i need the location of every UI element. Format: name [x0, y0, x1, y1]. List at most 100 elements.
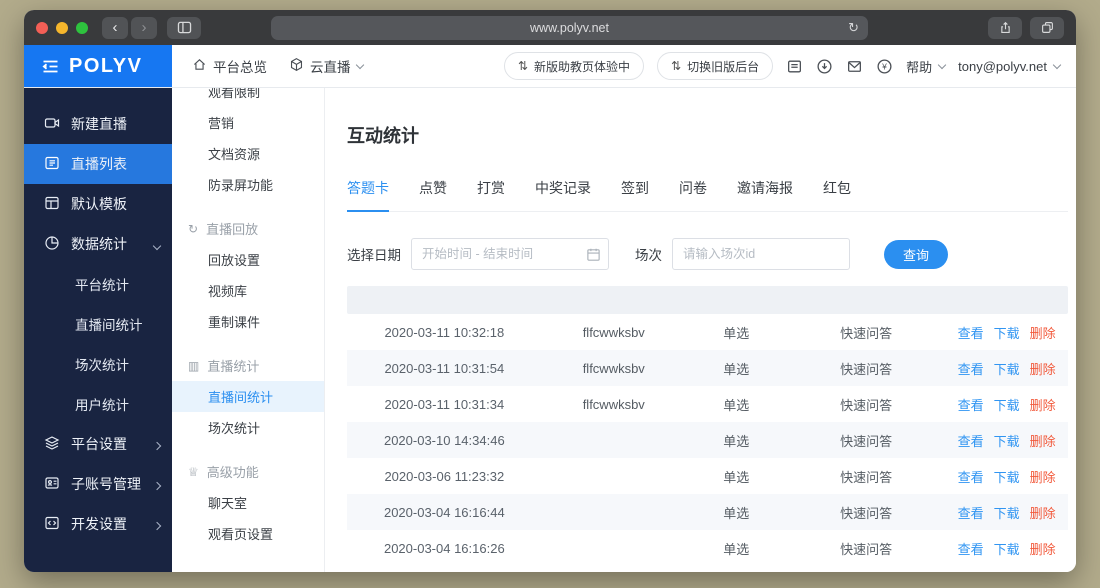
submenu-item[interactable]: 营销	[172, 107, 324, 138]
cell-date: 2020-03-11 10:31:34	[384, 396, 505, 412]
submenu-item-label: 营销	[208, 116, 235, 131]
submenu-item[interactable]: 防录屏功能	[172, 169, 324, 200]
delete-link[interactable]: 删除	[1030, 503, 1056, 522]
view-link[interactable]: 查看	[958, 431, 984, 450]
sidebar-subitem-platform-stats[interactable]: 平台统计	[24, 264, 172, 304]
sidebar-item-dev-settings[interactable]: 开发设置	[24, 504, 172, 544]
date-range-input[interactable]	[411, 238, 609, 270]
submenu-item[interactable]: 观看限制	[172, 88, 324, 107]
delete-link[interactable]: 删除	[1030, 431, 1056, 450]
chevron-right-icon	[152, 521, 162, 531]
download-link[interactable]: 下载	[994, 503, 1020, 522]
page-title: 互动统计	[347, 126, 419, 146]
submenu-item[interactable]: 直播间统计	[172, 381, 324, 412]
menu-fold-icon[interactable]	[42, 59, 59, 74]
sidebar-item-default-template[interactable]: 默认模板	[24, 184, 172, 224]
sidebar-item-data-stats[interactable]: 数据统计	[24, 224, 172, 264]
reload-icon[interactable]: ↻	[848, 20, 859, 36]
secondary-sidebar: 观看限制 营销 文档资源 防录屏功能 直播回放 回放设置	[172, 88, 325, 572]
tab[interactable]: 打赏	[477, 178, 505, 211]
account-menu[interactable]: tony@polyv.net	[958, 59, 1062, 74]
view-link[interactable]: 查看	[958, 323, 984, 342]
chevron-right-icon	[152, 441, 162, 451]
mail-icon[interactable]	[846, 58, 863, 75]
view-link[interactable]: 查看	[958, 503, 984, 522]
tab[interactable]: 邀请海报	[737, 178, 793, 211]
main-content: 互动统计 答题卡 点赞 打赏 中奖记录 签到 问卷 邀请海报 红包 选择日期 开…	[325, 88, 1076, 572]
view-link[interactable]: 查看	[958, 395, 984, 414]
submenu-item[interactable]: 高级功能	[172, 456, 324, 487]
search-button[interactable]: 查询	[884, 239, 949, 269]
delete-link[interactable]: 删除	[1030, 467, 1056, 486]
download-icon[interactable]	[816, 58, 833, 75]
view-link[interactable]: 查看	[958, 467, 984, 486]
share-icon[interactable]	[988, 16, 1022, 39]
download-link[interactable]: 下载	[994, 359, 1020, 378]
window-close-button[interactable]	[36, 21, 48, 34]
sidebar-item-new-live[interactable]: 新建直播	[24, 104, 172, 144]
chevron-down-icon	[1052, 60, 1062, 69]
sidebar-panel-icon[interactable]	[167, 16, 201, 39]
sidebar-item-live-list[interactable]: 直播列表	[24, 144, 172, 184]
cell-date: 2020-03-04 16:16:26	[383, 540, 505, 556]
download-link[interactable]: 下载	[994, 395, 1020, 414]
download-link[interactable]: 下载	[994, 431, 1020, 450]
submenu-item[interactable]: 直播回放	[172, 213, 324, 244]
session-id-input[interactable]	[672, 238, 850, 270]
window-zoom-button[interactable]	[76, 21, 88, 34]
view-link[interactable]: 查看	[958, 539, 984, 558]
polyv-logo: POLYV	[69, 54, 143, 77]
new-assistant-pill-button[interactable]: ⇅ 新版助教页体验中	[503, 52, 645, 80]
coin-icon[interactable]: ¥	[876, 58, 893, 75]
window-minimize-button[interactable]	[56, 21, 68, 34]
submenu-item[interactable]: 场次统计	[172, 412, 324, 443]
cell-card-name: 快速问答	[840, 397, 893, 413]
nav-platform-overview[interactable]: 平台总览	[192, 56, 267, 76]
top-nav-bar: 平台总览 云直播 ⇅ 新版助教页体验中 ⇅ 切换旧版后台 ¥ 帮助 tony@p…	[172, 45, 1076, 87]
cell-actions: 查看 下载 删除	[945, 395, 1068, 414]
view-link[interactable]: 查看	[958, 359, 984, 378]
switch-old-version-pill-button[interactable]: ⇅ 切换旧版后台	[657, 52, 774, 80]
camera-icon	[44, 115, 60, 134]
cell-actions: 查看 下载 删除	[945, 323, 1068, 342]
submenu-item[interactable]: 视频库	[172, 275, 324, 306]
sidebar-item-subaccount[interactable]: 子账号管理	[24, 464, 172, 504]
download-link[interactable]: 下载	[994, 323, 1020, 342]
cell-type: 单选	[723, 541, 750, 557]
delete-link[interactable]: 删除	[1030, 395, 1056, 414]
tab-overview-icon[interactable]	[1030, 16, 1064, 39]
sidebar-item-platform-settings[interactable]: 平台设置	[24, 424, 172, 464]
sidebar-subitem-session-stats[interactable]: 场次统计	[24, 344, 172, 384]
tab[interactable]: 签到	[621, 178, 649, 211]
tab[interactable]: 中奖记录	[535, 178, 591, 211]
cell-date: 2020-03-11 10:31:54	[384, 360, 505, 376]
news-icon[interactable]	[786, 58, 803, 75]
help-menu[interactable]: 帮助	[906, 57, 947, 76]
home-icon	[192, 57, 207, 75]
submenu-item[interactable]: 回放设置	[172, 244, 324, 275]
submenu-item[interactable]: 聊天室	[172, 487, 324, 518]
delete-link[interactable]: 删除	[1030, 323, 1056, 342]
sidebar-subitem-room-stats[interactable]: 直播间统计	[24, 304, 172, 344]
sidebar-subitem-user-stats[interactable]: 用户统计	[24, 384, 172, 424]
tab[interactable]: 问卷	[679, 178, 707, 211]
forward-button[interactable]: ›	[131, 16, 157, 39]
back-button[interactable]: ‹	[102, 16, 128, 39]
tab[interactable]: 红包	[823, 178, 851, 211]
cell-type: 单选	[723, 505, 750, 521]
nav-cloud-live[interactable]: 云直播	[289, 56, 364, 76]
download-link[interactable]: 下载	[994, 539, 1020, 558]
tab[interactable]: 点赞	[419, 178, 447, 211]
submenu-item[interactable]: 重制课件	[172, 306, 324, 337]
cell-card-name: 快速问答	[840, 541, 893, 557]
delete-link[interactable]: 删除	[1030, 359, 1056, 378]
submenu-item[interactable]: 文档资源	[172, 138, 324, 169]
submenu-item[interactable]: 直播统计	[172, 350, 324, 381]
address-bar[interactable]: www.polyv.net ↻	[271, 15, 868, 40]
filter-bar: 选择日期 场次 查询	[347, 238, 1068, 270]
submenu-item[interactable]: 观看页设置	[172, 518, 324, 549]
delete-link[interactable]: 删除	[1030, 539, 1056, 558]
cell-actions: 查看 下载 删除	[945, 503, 1068, 522]
tab[interactable]: 答题卡	[347, 178, 389, 212]
download-link[interactable]: 下载	[994, 467, 1020, 486]
